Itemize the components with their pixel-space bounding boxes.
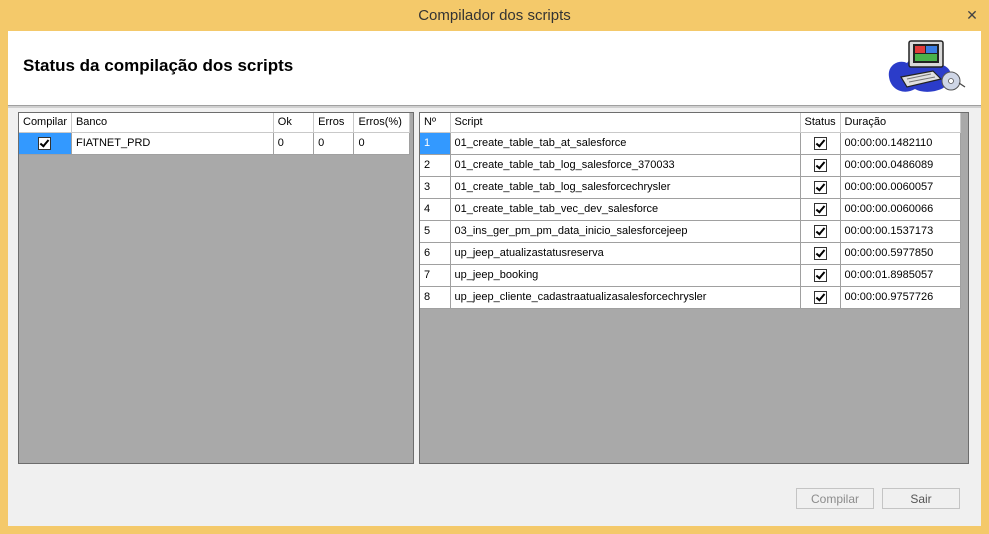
table-row[interactable]: 1 01_create_table_tab_at_salesforce 00:0…	[420, 132, 961, 155]
col-banco[interactable]: Banco	[71, 113, 274, 133]
status-cell[interactable]	[800, 176, 841, 199]
script-cell[interactable]: 01_create_table_tab_log_salesforcechrysl…	[450, 176, 801, 199]
header-divider	[8, 106, 981, 108]
script-cell[interactable]: 01_create_table_tab_log_salesforce_37003…	[450, 154, 801, 177]
status-checkbox[interactable]	[813, 224, 827, 238]
numero-cell[interactable]: 5	[420, 220, 451, 243]
script-table: Nº Script Status Duração 1 01_create_tab…	[420, 113, 961, 309]
app-window: Compilador dos scripts ✕ Status da compi…	[0, 0, 989, 534]
table-row[interactable]: 6 up_jeep_atualizastatusreserva 00:00:00…	[420, 242, 961, 265]
compilar-checkbox[interactable]	[38, 136, 52, 150]
erros-pct-cell[interactable]: 0	[353, 132, 410, 155]
script-cell[interactable]: up_jeep_atualizastatusreserva	[450, 242, 801, 265]
table-row[interactable]: 5 03_ins_ger_pm_pm_data_inicio_salesforc…	[420, 220, 961, 243]
status-cell[interactable]	[800, 132, 841, 155]
duracao-cell[interactable]: 00:00:01.8985057	[840, 264, 961, 287]
status-checkbox[interactable]	[813, 136, 827, 150]
numero-cell[interactable]: 8	[420, 286, 451, 309]
numero-cell[interactable]: 2	[420, 154, 451, 177]
duracao-cell[interactable]: 00:00:00.0060057	[840, 176, 961, 199]
table-row[interactable]: 3 01_create_table_tab_log_salesforcechry…	[420, 176, 961, 199]
client-area: Status da compilação dos scripts Compila…	[8, 31, 981, 526]
erros-cell[interactable]: 0	[313, 132, 355, 155]
col-erros[interactable]: Erros	[313, 113, 355, 133]
table-row[interactable]: 8 up_jeep_cliente_cadastraatualizasalesf…	[420, 286, 961, 309]
title-bar[interactable]: Compilador dos scripts ✕	[0, 0, 989, 31]
ok-cell[interactable]: 0	[273, 132, 315, 155]
banco-table: Compilar Banco Ok Erros Erros(%) FIATNET…	[19, 113, 410, 155]
numero-cell[interactable]: 1	[420, 132, 451, 155]
script-cell[interactable]: 01_create_table_tab_at_salesforce	[450, 132, 801, 155]
table-row[interactable]: 4 01_create_table_tab_vec_dev_salesforce…	[420, 198, 961, 221]
numero-cell[interactable]: 7	[420, 264, 451, 287]
numero-cell[interactable]: 4	[420, 198, 451, 221]
header-panel: Status da compilação dos scripts	[8, 31, 981, 106]
col-duracao[interactable]: Duração	[840, 113, 961, 133]
compilar-cell[interactable]	[19, 132, 72, 155]
compilar-button[interactable]: Compilar	[796, 488, 874, 509]
table-row[interactable]: FIATNET_PRD 0 0 0	[19, 132, 410, 155]
sair-button[interactable]: Sair	[882, 488, 960, 509]
table-row[interactable]: 7 up_jeep_booking 00:00:01.8985057	[420, 264, 961, 287]
script-header-row: Nº Script Status Duração	[420, 113, 961, 133]
table-row[interactable]: 2 01_create_table_tab_log_salesforce_370…	[420, 154, 961, 177]
numero-cell[interactable]: 6	[420, 242, 451, 265]
col-script[interactable]: Script	[450, 113, 801, 133]
status-checkbox[interactable]	[813, 246, 827, 260]
status-cell[interactable]	[800, 154, 841, 177]
duracao-cell[interactable]: 00:00:00.0060066	[840, 198, 961, 221]
script-cell[interactable]: up_jeep_cliente_cadastraatualizasalesfor…	[450, 286, 801, 309]
banco-cell[interactable]: FIATNET_PRD	[71, 132, 274, 155]
computer-cd-icon	[888, 40, 966, 92]
duracao-cell[interactable]: 00:00:00.0486089	[840, 154, 961, 177]
script-cell[interactable]: up_jeep_booking	[450, 264, 801, 287]
col-compilar[interactable]: Compilar	[19, 113, 72, 133]
status-checkbox[interactable]	[813, 180, 827, 194]
status-cell[interactable]	[800, 198, 841, 221]
status-checkbox[interactable]	[813, 202, 827, 216]
page-title: Status da compilação dos scripts	[23, 56, 294, 75]
banco-header-row: Compilar Banco Ok Erros Erros(%)	[19, 113, 410, 133]
script-grid[interactable]: Nº Script Status Duração 1 01_create_tab…	[419, 112, 969, 464]
status-checkbox[interactable]	[813, 158, 827, 172]
numero-cell[interactable]: 3	[420, 176, 451, 199]
col-numero[interactable]: Nº	[420, 113, 451, 133]
status-cell[interactable]	[800, 286, 841, 309]
window-title: Compilador dos scripts	[418, 7, 571, 24]
status-cell[interactable]	[800, 264, 841, 287]
close-icon[interactable]: ✕	[963, 6, 981, 24]
duracao-cell[interactable]: 00:00:00.5977850	[840, 242, 961, 265]
script-cell[interactable]: 01_create_table_tab_vec_dev_salesforce	[450, 198, 801, 221]
col-ok[interactable]: Ok	[273, 113, 315, 133]
script-cell[interactable]: 03_ins_ger_pm_pm_data_inicio_salesforcej…	[450, 220, 801, 243]
status-checkbox[interactable]	[813, 290, 827, 304]
duracao-cell[interactable]: 00:00:00.1482110	[840, 132, 961, 155]
col-status[interactable]: Status	[800, 113, 841, 133]
status-cell[interactable]	[800, 242, 841, 265]
duracao-cell[interactable]: 00:00:00.9757726	[840, 286, 961, 309]
banco-grid[interactable]: Compilar Banco Ok Erros Erros(%) FIATNET…	[18, 112, 414, 464]
col-erros-pct[interactable]: Erros(%)	[353, 113, 410, 133]
status-cell[interactable]	[800, 220, 841, 243]
status-checkbox[interactable]	[813, 268, 827, 282]
duracao-cell[interactable]: 00:00:00.1537173	[840, 220, 961, 243]
